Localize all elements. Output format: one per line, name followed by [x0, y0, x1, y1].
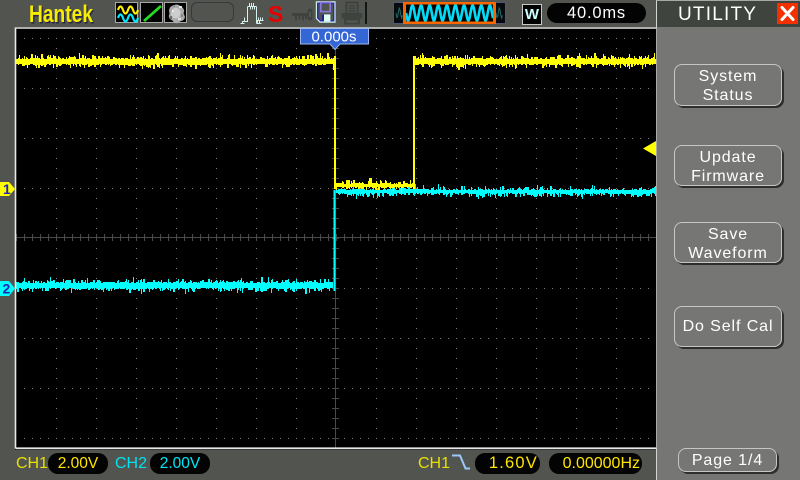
svg-text:0.000s: 0.000s: [311, 29, 356, 46]
svg-text:2: 2: [3, 281, 11, 297]
svg-text:1: 1: [3, 181, 11, 197]
